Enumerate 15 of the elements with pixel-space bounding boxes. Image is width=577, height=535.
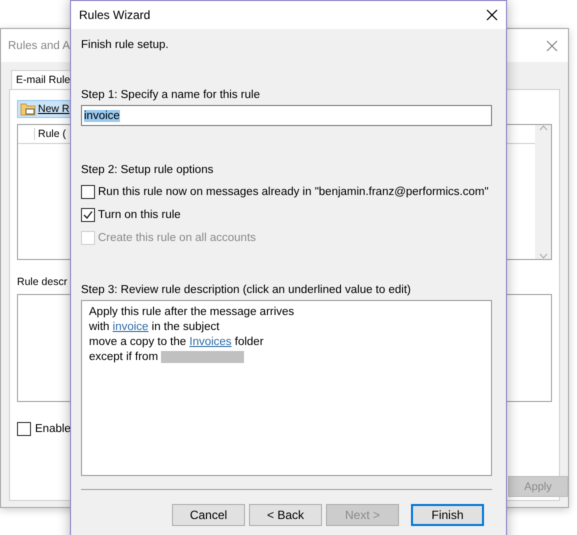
checkbox-label: Create this rule on all accounts (98, 232, 256, 244)
window-title: Rules Wizard (79, 8, 150, 22)
heading: Finish rule setup. (81, 39, 170, 51)
checkbox-label: Run this rule now on messages already in "benjamin.franz@performics.com" (98, 186, 489, 198)
checkbox-label: Turn on this rule (98, 209, 181, 221)
rule-description-line: Apply this rule after the message arrives (89, 305, 296, 319)
rule-description-line: with invoice in the subject (89, 320, 220, 334)
step-label: Step 2: Setup rule options (81, 164, 214, 176)
window-title: Rules and A (8, 40, 70, 52)
rule-description-line: move a copy to the Invoices folder (89, 335, 265, 349)
rule-description-label: Rule descr (17, 276, 68, 288)
rule-description-line: except if from (89, 350, 484, 364)
step-label: Step 1: Specify a name for this rule (81, 89, 261, 101)
checkbox-label: Enable (35, 423, 71, 435)
step-label: Step 3: Review rule description (click an underlined value to edit) (81, 284, 412, 296)
